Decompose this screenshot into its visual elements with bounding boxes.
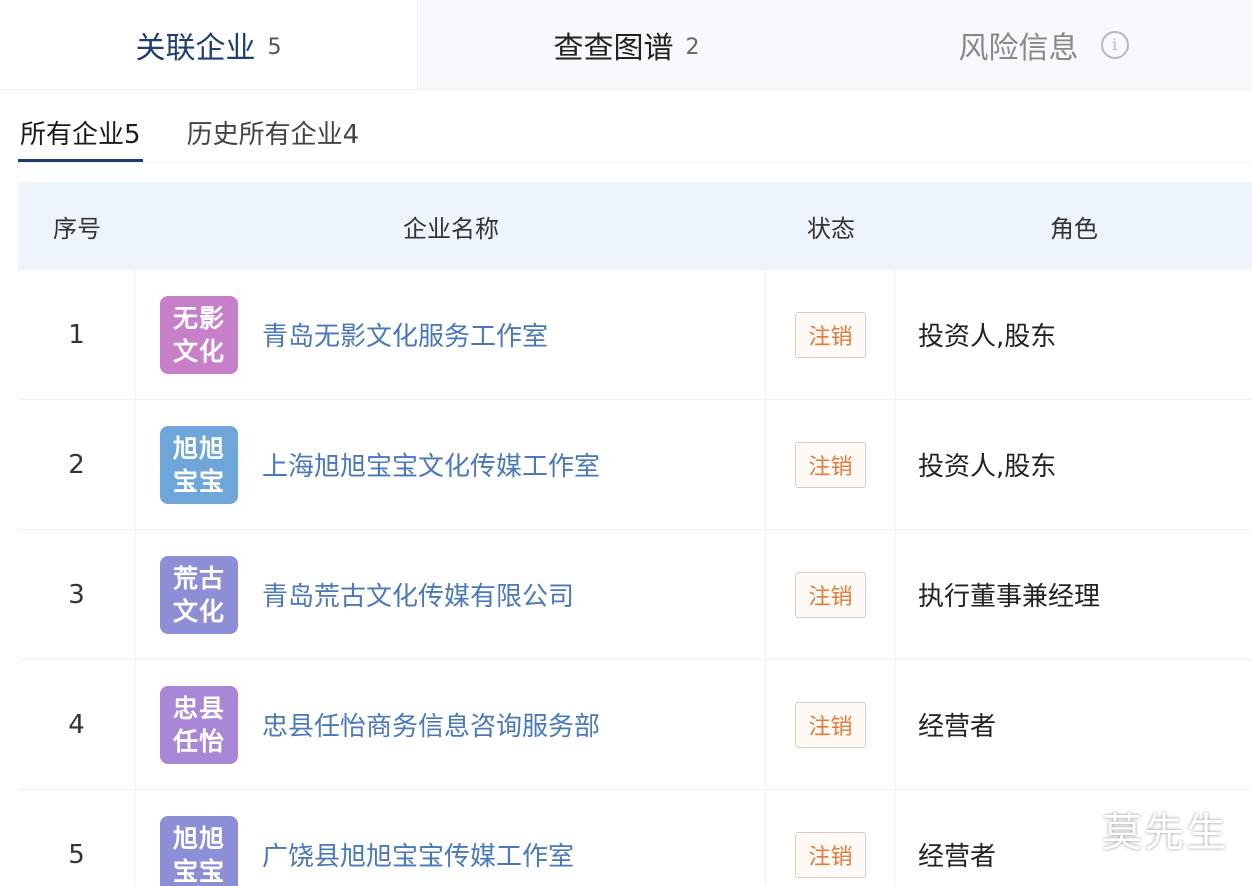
subtab-all-companies-label: 所有企业 <box>20 120 125 150</box>
status-cell: 注销 <box>766 790 896 886</box>
table-row: 3 荒古 文化 青岛荒古文化传媒有限公司 注销 执行董事兼经理 <box>18 530 1252 660</box>
divider <box>18 162 1252 163</box>
status-badge: 注销 <box>795 311 866 358</box>
header-role: 角色 <box>1050 214 1098 243</box>
company-name-link[interactable]: 忠县任怡商务信息咨询服务部 <box>262 706 600 743</box>
status-badge: 注销 <box>795 441 866 488</box>
company-cell: 无影 文化 青岛无影文化服务工作室 <box>136 270 766 399</box>
role-text: 经营者 <box>918 712 997 742</box>
row-index: 5 <box>18 790 136 886</box>
table-row: 1 无影 文化 青岛无影文化服务工作室 注销 投资人,股东 <box>18 270 1252 400</box>
row-index: 1 <box>18 270 136 399</box>
info-icon[interactable]: i <box>1100 30 1129 59</box>
company-cell: 荒古 文化 青岛荒古文化传媒有限公司 <box>136 530 766 659</box>
tab-risk-info[interactable]: 风险信息 i <box>835 0 1252 89</box>
header-status: 状态 <box>807 214 855 243</box>
company-cell: 旭旭 宝宝 广饶县旭旭宝宝传媒工作室 <box>136 790 766 886</box>
status-badge: 注销 <box>795 701 866 748</box>
row-index: 4 <box>18 660 136 789</box>
status-cell: 注销 <box>766 400 896 529</box>
company-name-link[interactable]: 青岛荒古文化传媒有限公司 <box>262 576 574 613</box>
company-logo[interactable]: 荒古 文化 <box>160 555 238 634</box>
table-header: 序号 企业名称 状态 角色 <box>18 182 1252 270</box>
table-row: 5 旭旭 宝宝 广饶县旭旭宝宝传媒工作室 注销 经营者 <box>18 790 1252 886</box>
tab-graph-label: 查查图谱 <box>553 30 674 66</box>
row-index: 3 <box>18 530 136 659</box>
status-cell: 注销 <box>766 660 896 789</box>
tab-related-companies[interactable]: 关联企业 5 <box>0 0 418 89</box>
company-logo[interactable]: 无影 文化 <box>160 295 238 374</box>
status-cell: 注销 <box>766 270 896 399</box>
header-index: 序号 <box>53 214 101 243</box>
logo-text-line1: 旭旭 <box>172 823 225 853</box>
company-cell: 旭旭 宝宝 上海旭旭宝宝文化传媒工作室 <box>136 400 766 529</box>
company-cell: 忠县 任怡 忠县任怡商务信息咨询服务部 <box>136 660 766 789</box>
subtab-all-companies[interactable]: 所有企业5 <box>18 100 143 162</box>
row-index: 2 <box>18 400 136 529</box>
tab-graph[interactable]: 查查图谱 2 <box>418 0 835 89</box>
logo-text-line2: 文化 <box>172 596 225 626</box>
top-tab-bar: 关联企业 5 查查图谱 2 风险信息 i <box>0 0 1252 90</box>
header-name: 企业名称 <box>403 214 499 243</box>
subtab-all-companies-count: 5 <box>124 120 141 150</box>
company-name-link[interactable]: 广饶县旭旭宝宝传媒工作室 <box>262 836 574 873</box>
tab-graph-count: 2 <box>685 35 700 60</box>
table-row: 2 旭旭 宝宝 上海旭旭宝宝文化传媒工作室 注销 投资人,股东 <box>18 400 1252 530</box>
logo-text-line2: 任怡 <box>172 726 225 756</box>
role-text: 投资人,股东 <box>918 452 1057 482</box>
company-logo[interactable]: 旭旭 宝宝 <box>160 815 238 886</box>
company-logo[interactable]: 旭旭 宝宝 <box>160 425 238 504</box>
watermark: 莫先生 <box>1102 810 1228 856</box>
tab-related-companies-label: 关联企业 <box>135 30 256 66</box>
company-name-link[interactable]: 上海旭旭宝宝文化传媒工作室 <box>262 446 600 483</box>
subtab-history-companies[interactable]: 历史所有企业4 <box>185 100 362 162</box>
company-logo[interactable]: 忠县 任怡 <box>160 685 238 764</box>
logo-text-line1: 忠县 <box>172 693 225 723</box>
logo-text-line1: 荒古 <box>172 563 225 593</box>
role-text: 执行董事兼经理 <box>918 582 1101 612</box>
logo-text-line2: 宝宝 <box>172 856 225 886</box>
status-badge: 注销 <box>795 571 866 618</box>
company-table: 序号 企业名称 状态 角色 1 无影 文化 青岛无影文化服务工作室 注销 投资人… <box>18 182 1252 886</box>
status-cell: 注销 <box>766 530 896 659</box>
logo-text-line2: 宝宝 <box>172 466 225 496</box>
logo-text-line2: 文化 <box>172 336 225 366</box>
subtab-history-companies-label: 历史所有企业 <box>186 120 343 150</box>
status-badge: 注销 <box>795 831 866 878</box>
sub-tab-bar: 所有企业5 历史所有企业4 <box>18 100 403 162</box>
role-text: 投资人,股东 <box>918 322 1057 352</box>
tab-related-companies-count: 5 <box>267 35 282 60</box>
subtab-history-companies-count: 4 <box>342 120 360 150</box>
table-row: 4 忠县 任怡 忠县任怡商务信息咨询服务部 注销 经营者 <box>18 660 1252 790</box>
logo-text-line1: 无影 <box>172 303 225 333</box>
logo-text-line1: 旭旭 <box>172 433 225 463</box>
tab-risk-info-label: 风险信息 <box>958 30 1079 66</box>
company-name-link[interactable]: 青岛无影文化服务工作室 <box>262 316 548 353</box>
